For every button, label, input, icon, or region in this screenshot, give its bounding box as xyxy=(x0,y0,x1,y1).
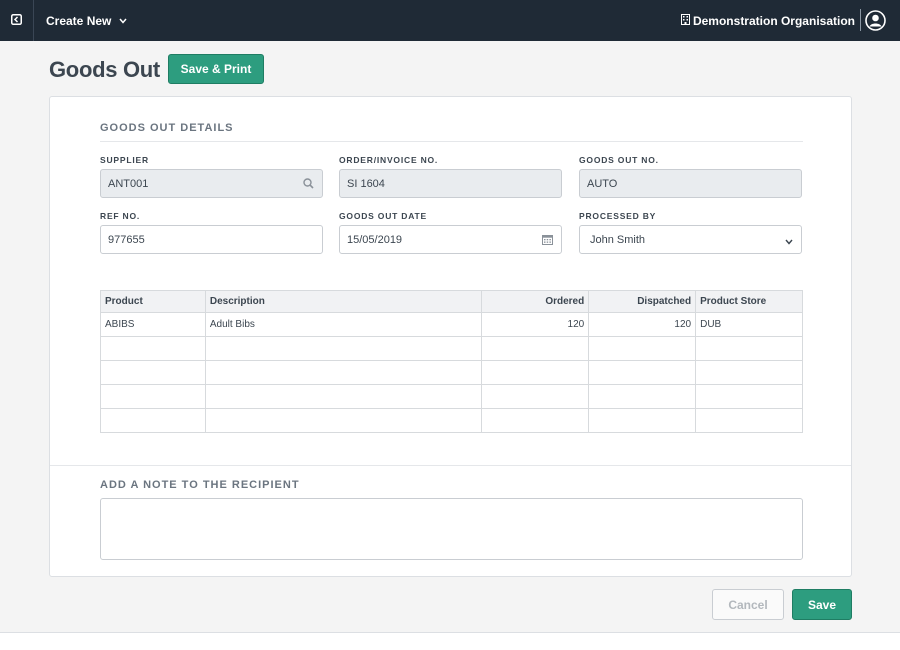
table-row xyxy=(100,408,803,433)
table-cell[interactable] xyxy=(100,384,206,409)
table-cell[interactable] xyxy=(481,360,590,385)
table-row: ABIBS Adult Bibs 120 120 DUB xyxy=(100,312,803,337)
table-cell[interactable]: Adult Bibs xyxy=(204,312,483,337)
table-cell[interactable] xyxy=(100,336,206,361)
recipient-note-textarea[interactable] xyxy=(100,498,803,560)
user-avatar-icon[interactable] xyxy=(865,10,886,31)
note-section-title: ADD A NOTE TO THE RECIPIENT xyxy=(100,479,300,491)
order-invoice-field[interactable]: SI 1604 xyxy=(339,169,562,198)
processed-by-select[interactable]: John Smith xyxy=(579,225,802,254)
processed-by-value: John Smith xyxy=(590,233,646,246)
card-divider xyxy=(50,465,851,466)
table-cell[interactable] xyxy=(100,360,206,385)
column-header-product-store: Product Store xyxy=(695,290,803,313)
table-cell[interactable] xyxy=(204,408,483,433)
column-header-dispatched: Dispatched xyxy=(588,290,697,313)
organisation-switcher[interactable]: Demonstration Organisation xyxy=(680,0,855,41)
table-row xyxy=(100,336,803,361)
calendar-icon[interactable] xyxy=(542,234,553,248)
goods-out-form-card: GOODS OUT DETAILS SUPPLIER ANT001 ORDER/… xyxy=(49,96,852,577)
table-cell[interactable] xyxy=(204,336,483,361)
supplier-field[interactable]: ANT001 xyxy=(100,169,323,198)
table-cell[interactable] xyxy=(695,360,803,385)
table-cell[interactable] xyxy=(588,360,697,385)
table-cell[interactable] xyxy=(204,360,483,385)
column-header-product: Product xyxy=(100,290,206,313)
goods-out-no-field: AUTO xyxy=(579,169,802,198)
column-header-description: Description xyxy=(204,290,483,313)
collapse-sidebar-icon xyxy=(11,12,22,30)
chevron-down-icon xyxy=(785,236,793,248)
section-divider xyxy=(100,141,803,142)
search-icon[interactable] xyxy=(303,178,314,192)
table-cell[interactable]: 120 xyxy=(481,312,590,337)
save-button[interactable]: Save xyxy=(792,589,852,620)
topbar-divider xyxy=(860,9,861,31)
ref-no-label: REF NO. xyxy=(100,211,141,221)
goods-out-date-label: GOODS OUT DATE xyxy=(339,211,428,221)
goods-out-no-label: GOODS OUT NO. xyxy=(579,155,659,165)
create-new-label: Create New xyxy=(46,13,112,28)
table-cell[interactable]: 120 xyxy=(588,312,697,337)
ref-no-input[interactable]: 977655 xyxy=(100,225,323,254)
cancel-button[interactable]: Cancel xyxy=(712,589,784,620)
goods-out-date-input[interactable]: 15/05/2019 xyxy=(339,225,562,254)
top-navigation-bar: Create New Demonstration Organisation xyxy=(0,0,900,41)
building-icon xyxy=(680,13,693,28)
table-cell[interactable] xyxy=(588,384,697,409)
table-row xyxy=(100,384,803,409)
organisation-name: Demonstration Organisation xyxy=(692,13,855,28)
table-cell[interactable]: DUB xyxy=(695,312,803,337)
table-cell[interactable] xyxy=(481,336,590,361)
table-cell[interactable] xyxy=(100,408,206,433)
table-cell[interactable] xyxy=(204,384,483,409)
table-cell[interactable] xyxy=(481,408,590,433)
column-header-ordered: Ordered xyxy=(481,290,590,313)
table-cell[interactable] xyxy=(588,408,697,433)
table-row xyxy=(100,360,803,385)
order-invoice-value: SI 1604 xyxy=(347,177,385,190)
goods-out-date-value: 15/05/2019 xyxy=(347,233,403,246)
table-cell[interactable]: ABIBS xyxy=(100,312,206,337)
table-cell[interactable] xyxy=(695,384,803,409)
table-cell[interactable] xyxy=(695,408,803,433)
supplier-label: SUPPLIER xyxy=(100,155,149,165)
chevron-down-icon xyxy=(119,18,127,24)
table-cell[interactable] xyxy=(588,336,697,361)
sidebar-toggle-button[interactable] xyxy=(0,0,34,41)
supplier-value: ANT001 xyxy=(108,177,149,190)
footer-strip xyxy=(0,633,900,650)
table-header-row: Product Description Ordered Dispatched P… xyxy=(100,290,803,313)
details-section-title: GOODS OUT DETAILS xyxy=(100,122,234,134)
table-cell[interactable] xyxy=(481,384,590,409)
goods-out-no-value: AUTO xyxy=(587,177,618,190)
processed-by-label: PROCESSED BY xyxy=(579,211,657,221)
create-new-menu[interactable]: Create New xyxy=(46,0,127,41)
ref-no-value: 977655 xyxy=(108,233,145,246)
order-invoice-label: ORDER/INVOICE NO. xyxy=(339,155,439,165)
save-and-print-button[interactable]: Save & Print xyxy=(168,54,264,84)
goods-out-items-table: Product Description Ordered Dispatched P… xyxy=(100,290,803,433)
table-cell[interactable] xyxy=(695,336,803,361)
page-title: Goods Out xyxy=(49,57,160,82)
